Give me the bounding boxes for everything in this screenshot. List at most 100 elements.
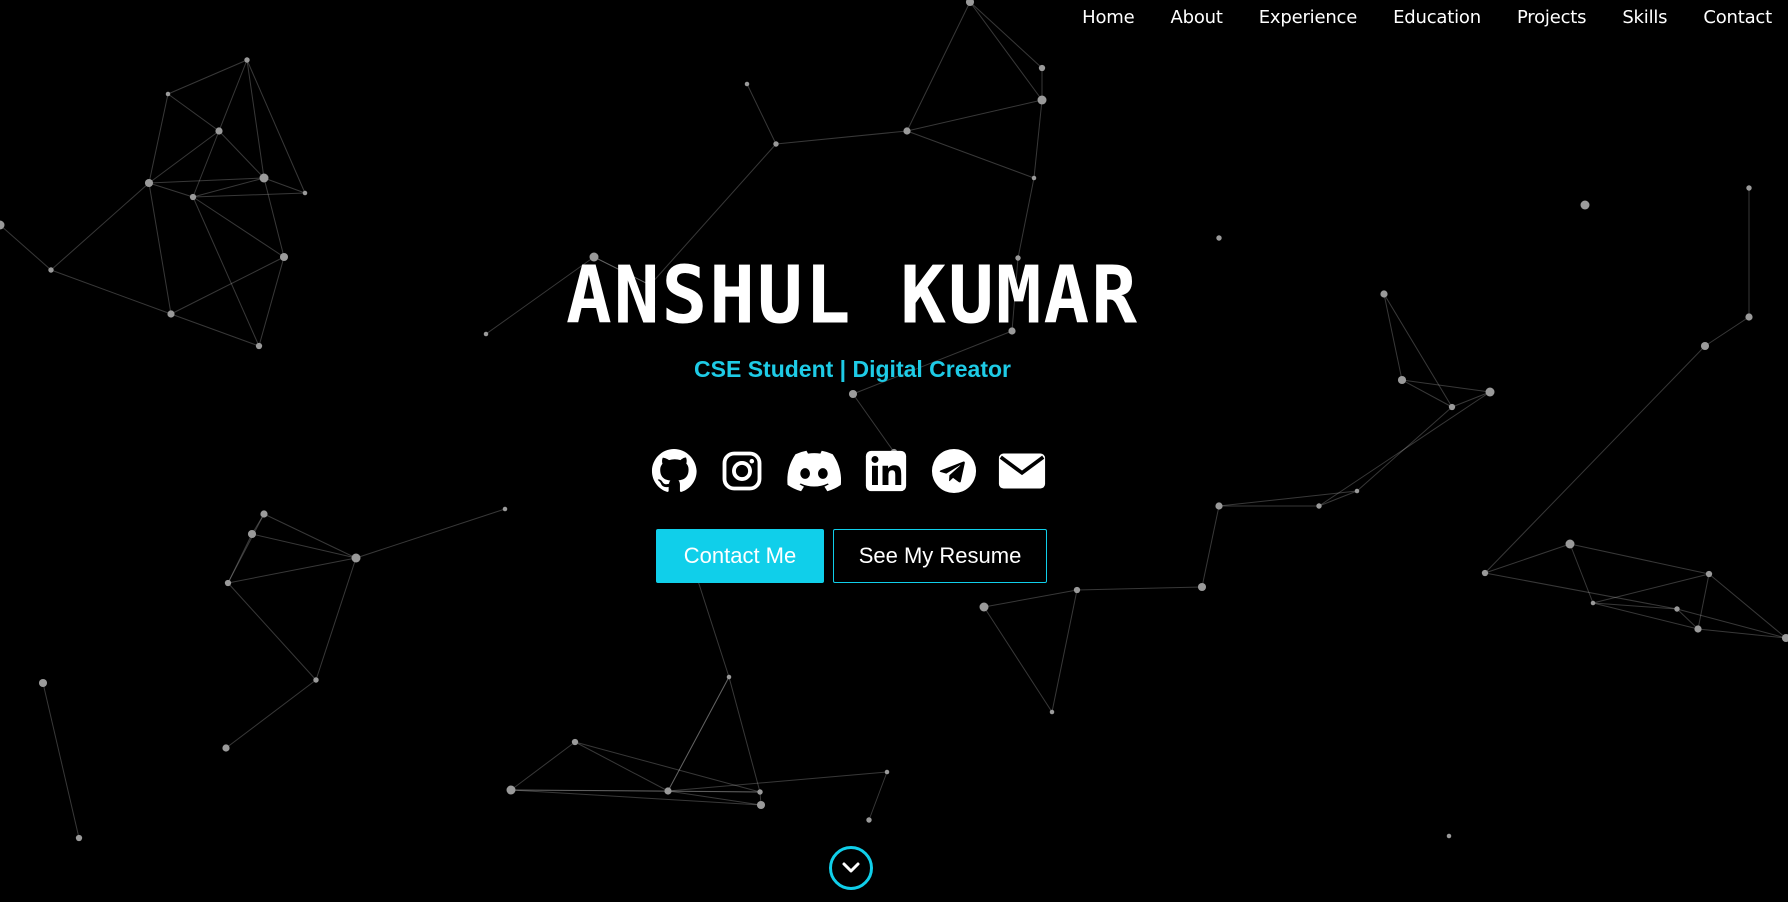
nav-projects[interactable]: Projects bbox=[1499, 0, 1604, 36]
network-node bbox=[1197, 582, 1207, 592]
network-node bbox=[1746, 185, 1752, 191]
network-node bbox=[773, 141, 779, 147]
network-link bbox=[906, 1, 971, 132]
network-node bbox=[1674, 606, 1680, 612]
discord-icon[interactable] bbox=[786, 447, 842, 495]
network-node bbox=[75, 834, 83, 842]
network-node bbox=[260, 510, 268, 518]
network-link bbox=[649, 143, 777, 286]
network-node bbox=[1038, 64, 1046, 72]
network-node bbox=[1316, 503, 1322, 509]
network-node bbox=[1448, 403, 1456, 411]
nav-contact[interactable]: Contact bbox=[1685, 0, 1772, 36]
network-node bbox=[866, 817, 872, 823]
network-link bbox=[667, 790, 762, 806]
social-links bbox=[650, 447, 1066, 495]
network-link bbox=[258, 256, 285, 347]
network-link bbox=[667, 771, 888, 792]
network-node bbox=[647, 282, 653, 288]
network-link bbox=[1569, 543, 1594, 604]
see-resume-button[interactable]: See My Resume bbox=[833, 529, 1047, 583]
nav-experience[interactable]: Experience bbox=[1241, 0, 1375, 36]
network-link bbox=[852, 393, 895, 453]
network-link bbox=[355, 508, 506, 559]
network-node bbox=[571, 738, 579, 746]
network-link bbox=[251, 533, 357, 559]
network-link bbox=[50, 269, 172, 315]
network-link bbox=[246, 59, 306, 194]
scroll-down-button[interactable] bbox=[829, 846, 873, 890]
network-link bbox=[1383, 293, 1453, 408]
linkedin-icon[interactable] bbox=[862, 447, 910, 495]
network-node bbox=[979, 602, 989, 612]
network-link bbox=[1318, 391, 1491, 507]
network-link bbox=[1076, 586, 1203, 591]
network-link bbox=[167, 93, 220, 132]
network-node bbox=[1216, 235, 1222, 241]
email-icon[interactable] bbox=[998, 447, 1046, 495]
network-link bbox=[775, 130, 908, 145]
network-node bbox=[1481, 569, 1489, 577]
network-link bbox=[246, 59, 265, 179]
network-node bbox=[1073, 586, 1081, 594]
github-icon[interactable] bbox=[650, 447, 698, 495]
network-node bbox=[848, 389, 858, 399]
network-link bbox=[574, 741, 761, 793]
network-node bbox=[1008, 327, 1016, 335]
network-node bbox=[744, 81, 750, 87]
instagram-icon[interactable] bbox=[718, 447, 766, 495]
network-link bbox=[1484, 345, 1706, 574]
network-node bbox=[215, 127, 223, 135]
nav-home[interactable]: Home bbox=[1064, 0, 1152, 36]
network-link bbox=[510, 741, 576, 791]
network-node bbox=[1397, 375, 1407, 385]
network-link bbox=[1697, 628, 1787, 639]
network-node bbox=[244, 57, 250, 63]
nav-education[interactable]: Education bbox=[1375, 0, 1499, 36]
nav-about[interactable]: About bbox=[1153, 0, 1241, 36]
network-node bbox=[222, 744, 230, 752]
network-node bbox=[48, 267, 54, 273]
network-link bbox=[667, 676, 730, 792]
network-link bbox=[227, 513, 265, 584]
network-link bbox=[1704, 316, 1750, 347]
network-node bbox=[1705, 570, 1713, 578]
network-node bbox=[1485, 387, 1495, 397]
network-link bbox=[1011, 257, 1019, 332]
network-link bbox=[1676, 608, 1787, 639]
network-link bbox=[969, 1, 1043, 69]
network-node bbox=[502, 506, 508, 512]
nav-skills[interactable]: Skills bbox=[1604, 0, 1685, 36]
network-link bbox=[1401, 379, 1491, 393]
network-node bbox=[1590, 600, 1596, 606]
network-link bbox=[1484, 543, 1571, 574]
network-link bbox=[148, 182, 172, 315]
network-link bbox=[1017, 177, 1035, 259]
network-link bbox=[42, 682, 80, 839]
network-link bbox=[593, 256, 651, 286]
network-node bbox=[224, 579, 232, 587]
network-node bbox=[165, 91, 171, 97]
network-link bbox=[225, 679, 317, 749]
network-node bbox=[506, 785, 516, 795]
network-link bbox=[906, 99, 1043, 132]
network-node bbox=[279, 252, 289, 262]
network-link bbox=[868, 771, 888, 821]
network-node bbox=[483, 331, 489, 337]
network-link bbox=[50, 182, 150, 271]
network-node bbox=[38, 678, 48, 688]
network-link bbox=[170, 313, 260, 347]
network-link bbox=[218, 130, 265, 179]
network-link bbox=[1218, 490, 1358, 507]
network-node bbox=[884, 769, 890, 775]
contact-me-button[interactable]: Contact Me bbox=[656, 529, 824, 583]
network-link bbox=[192, 192, 306, 198]
network-link bbox=[969, 1, 1043, 101]
network-node bbox=[302, 190, 308, 196]
telegram-icon[interactable] bbox=[930, 447, 978, 495]
network-link bbox=[1708, 573, 1787, 639]
network-link bbox=[227, 582, 317, 681]
network-link bbox=[148, 93, 169, 184]
network-link bbox=[1569, 543, 1710, 575]
network-node bbox=[664, 787, 672, 795]
